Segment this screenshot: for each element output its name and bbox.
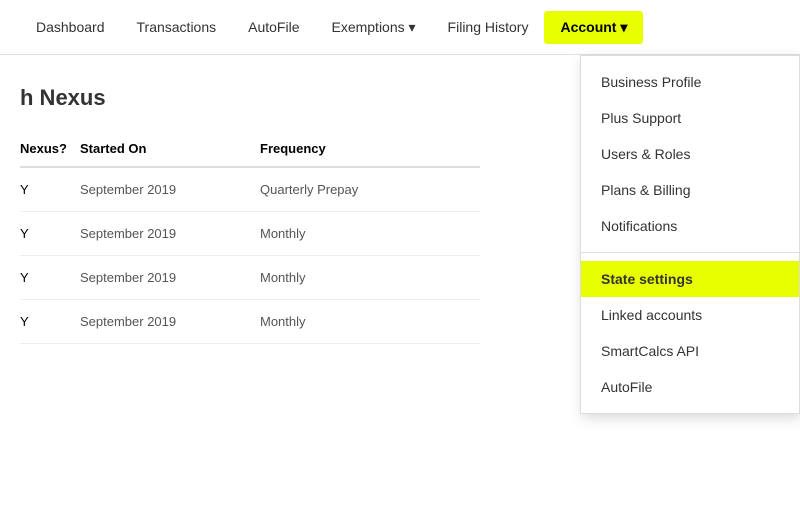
nav-filing-history[interactable]: Filing History [432, 11, 545, 43]
dropdown-section-1: Business Profile Plus Support Users & Ro… [581, 56, 799, 252]
nav-autofile[interactable]: AutoFile [232, 11, 315, 43]
row-nexus-1: Y [20, 226, 80, 241]
dropdown-smartcalcs-api[interactable]: SmartCalcs API [581, 333, 799, 369]
table-header: Nexus? Started On Frequency [20, 131, 480, 168]
nav-dashboard[interactable]: Dashboard [20, 11, 121, 43]
row-frequency-0: Quarterly Prepay [260, 182, 460, 197]
row-nexus-3: Y [20, 314, 80, 329]
col-header-started: Started On [80, 141, 260, 156]
dropdown-linked-accounts[interactable]: Linked accounts [581, 297, 799, 333]
row-frequency-2: Monthly [260, 270, 460, 285]
dropdown-business-profile[interactable]: Business Profile [581, 64, 799, 100]
nav-exemptions[interactable]: Exemptions ▾ [315, 11, 431, 44]
nexus-table: Nexus? Started On Frequency Y September … [20, 131, 480, 344]
account-dropdown-menu: Business Profile Plus Support Users & Ro… [580, 55, 800, 414]
navbar: Dashboard Transactions AutoFile Exemptio… [0, 0, 800, 55]
row-frequency-3: Monthly [260, 314, 460, 329]
dropdown-notifications[interactable]: Notifications [581, 208, 799, 244]
col-header-nexus: Nexus? [20, 141, 80, 156]
table-row: Y September 2019 Monthly [20, 212, 480, 256]
col-header-frequency: Frequency [260, 141, 460, 156]
dropdown-autofile[interactable]: AutoFile [581, 369, 799, 405]
row-started-2: September 2019 [80, 270, 260, 285]
table-row: Y September 2019 Monthly [20, 256, 480, 300]
dropdown-state-settings[interactable]: State settings [581, 261, 799, 297]
table-row: Y September 2019 Monthly [20, 300, 480, 344]
row-started-0: September 2019 [80, 182, 260, 197]
nav-account[interactable]: Account ▾ [544, 11, 643, 44]
dropdown-users-roles[interactable]: Users & Roles [581, 136, 799, 172]
nav-transactions[interactable]: Transactions [121, 11, 233, 43]
dropdown-plans-billing[interactable]: Plans & Billing [581, 172, 799, 208]
table-row: Y September 2019 Quarterly Prepay [20, 168, 480, 212]
dropdown-section-2: State settings Linked accounts SmartCalc… [581, 252, 799, 413]
row-nexus-0: Y [20, 182, 80, 197]
row-started-3: September 2019 [80, 314, 260, 329]
row-nexus-2: Y [20, 270, 80, 285]
row-frequency-1: Monthly [260, 226, 460, 241]
dropdown-plus-support[interactable]: Plus Support [581, 100, 799, 136]
row-started-1: September 2019 [80, 226, 260, 241]
